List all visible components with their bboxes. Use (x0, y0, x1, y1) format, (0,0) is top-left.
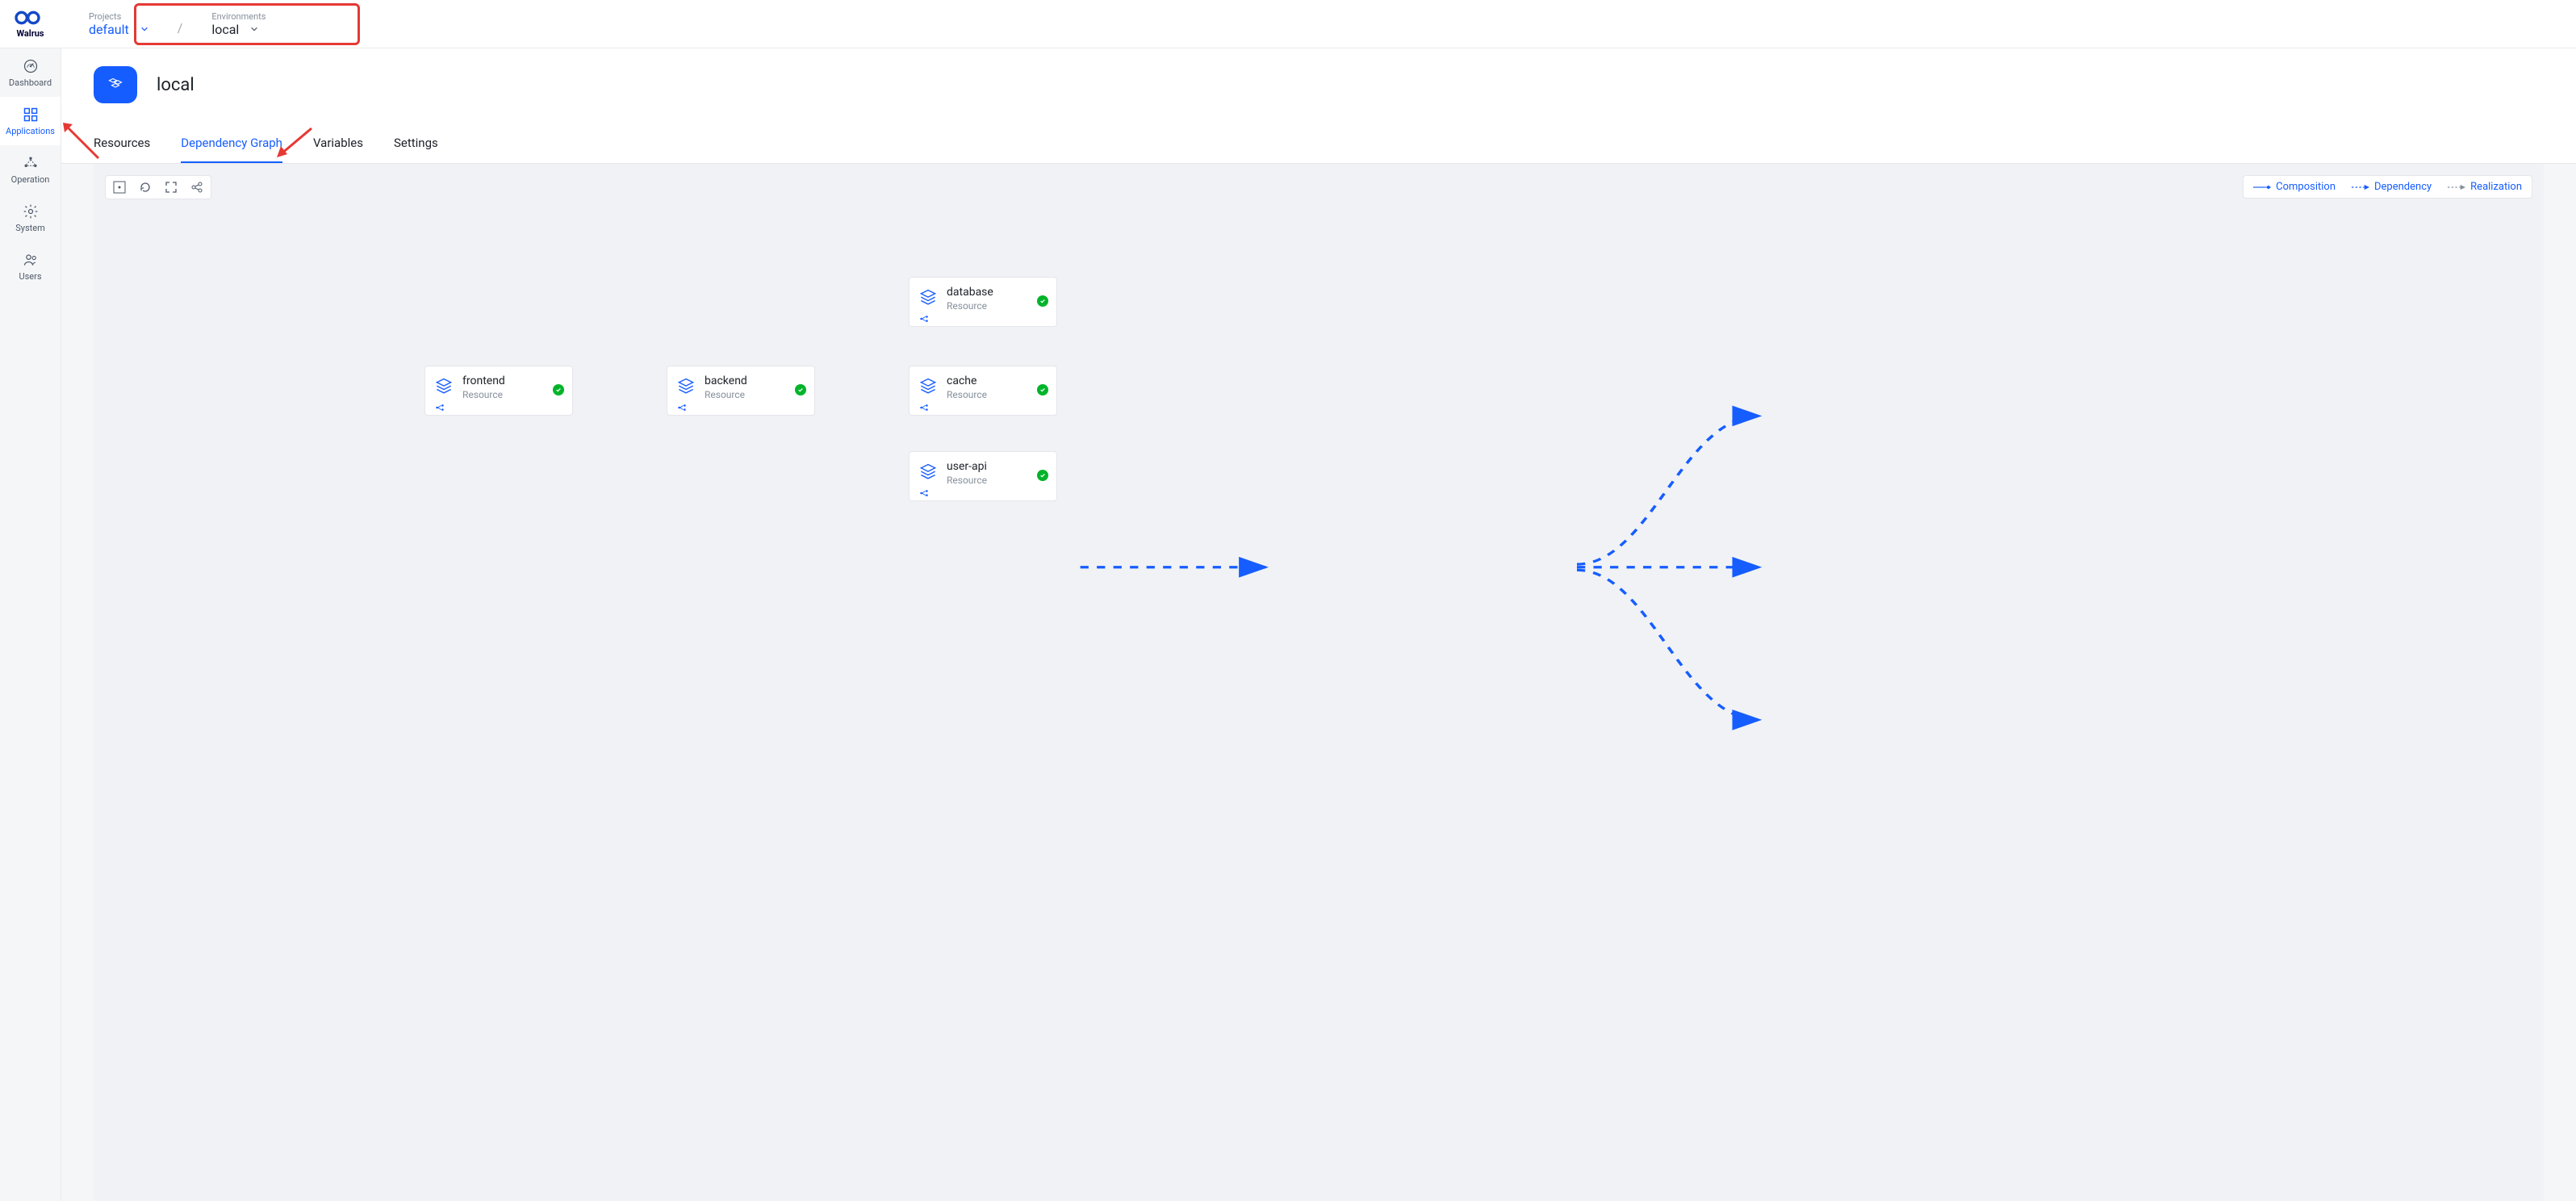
topbar: Projects default / Environments local (61, 0, 2576, 48)
node-subtitle: Resource (462, 389, 564, 400)
resource-icon (675, 376, 696, 397)
sidebar-item-operation[interactable]: Operation (0, 145, 61, 194)
node-title: user-api (947, 460, 1048, 473)
sidebar-item-applications[interactable]: Applications (0, 97, 61, 145)
sub-resources-icon[interactable] (919, 404, 929, 412)
project-selector[interactable]: Projects default (89, 11, 148, 37)
gauge-icon (23, 58, 39, 74)
sidebar-item-system[interactable]: System (0, 194, 61, 242)
breadcrumb-separator: / (178, 20, 183, 36)
node-backend[interactable]: backend Resource (667, 366, 815, 416)
legend-dependency[interactable]: Dependency (2352, 181, 2432, 193)
project-selector-label: Projects (89, 11, 148, 22)
resource-icon (918, 376, 939, 397)
fullscreen-button[interactable] (164, 180, 178, 195)
sidebar-item-label: System (15, 223, 45, 233)
walrus-logo-icon (15, 9, 47, 27)
environment-badge-icon (94, 66, 137, 103)
legend-realization[interactable]: Realization (2448, 181, 2522, 193)
brand-name: Walrus (16, 28, 44, 39)
graph-toolbar (105, 175, 211, 199)
annotation-arrow-tab (273, 125, 313, 165)
sidebar-item-label: Applications (6, 126, 55, 136)
page-title: local (157, 75, 194, 95)
sub-resources-icon[interactable] (919, 489, 929, 497)
graph-canvas[interactable]: Composition Dependency Realization (94, 164, 2544, 1201)
node-database[interactable]: database Resource (909, 277, 1057, 327)
tab-variables[interactable]: Variables (313, 128, 363, 163)
share-button[interactable] (190, 180, 204, 195)
page-header: local Resources Dependency Graph Variabl… (61, 48, 2576, 164)
node-subtitle: Resource (947, 300, 1048, 312)
apps-icon (23, 107, 39, 123)
chevron-down-icon (250, 25, 258, 33)
fit-view-button[interactable] (112, 180, 127, 195)
environment-selector[interactable]: Environments local (211, 11, 266, 37)
sub-resources-icon[interactable] (435, 404, 445, 412)
environment-selector-value: local (211, 22, 239, 37)
environment-selector-label: Environments (211, 11, 266, 22)
node-title: database (947, 286, 1048, 299)
sidebar-nav: Dashboard Applications Operation System … (0, 48, 61, 291)
status-badge-success (1037, 295, 1048, 307)
status-badge-success (1037, 470, 1048, 481)
sidebar: Walrus Dashboard Applications Operation … (0, 0, 61, 1201)
node-subtitle: Resource (947, 389, 1048, 400)
node-title: cache (947, 375, 1048, 387)
graph-nodes: frontend Resource backend Resource (94, 164, 2544, 1201)
status-badge-success (1037, 384, 1048, 395)
resource-icon (918, 287, 939, 308)
node-user-api[interactable]: user-api Resource (909, 451, 1057, 501)
node-frontend[interactable]: frontend Resource (424, 366, 573, 416)
gear-icon (23, 203, 39, 220)
sidebar-item-dashboard[interactable]: Dashboard (0, 48, 61, 97)
tabs: Resources Dependency Graph Variables Set… (94, 128, 2544, 163)
refresh-button[interactable] (138, 180, 153, 195)
tab-settings[interactable]: Settings (394, 128, 438, 163)
sub-resources-icon[interactable] (677, 404, 687, 412)
chevron-down-icon (140, 25, 148, 33)
annotation-arrow-sidebar (60, 119, 100, 160)
status-badge-success (553, 384, 564, 395)
legend-composition[interactable]: Composition (2253, 181, 2336, 193)
resource-icon (918, 462, 939, 483)
project-selector-value: default (89, 22, 129, 37)
main-content: Projects default / Environments local (61, 0, 2576, 1201)
sidebar-item-users[interactable]: Users (0, 242, 61, 291)
node-subtitle: Resource (947, 475, 1048, 486)
users-icon (23, 252, 39, 268)
sidebar-item-label: Dashboard (9, 77, 52, 88)
sidebar-item-label: Operation (11, 174, 50, 185)
sidebar-item-label: Users (19, 271, 41, 282)
tab-dependency-graph[interactable]: Dependency Graph (181, 128, 282, 163)
node-cache[interactable]: cache Resource (909, 366, 1057, 416)
graph-legend: Composition Dependency Realization (2243, 175, 2532, 199)
brand-logo[interactable]: Walrus (0, 0, 61, 48)
tab-resources[interactable]: Resources (94, 128, 150, 163)
node-subtitle: Resource (705, 389, 806, 400)
sub-resources-icon[interactable] (919, 315, 929, 323)
status-badge-success (795, 384, 806, 395)
operation-icon (23, 155, 39, 171)
node-title: backend (705, 375, 806, 387)
resource-icon (433, 376, 454, 397)
node-title: frontend (462, 375, 564, 387)
